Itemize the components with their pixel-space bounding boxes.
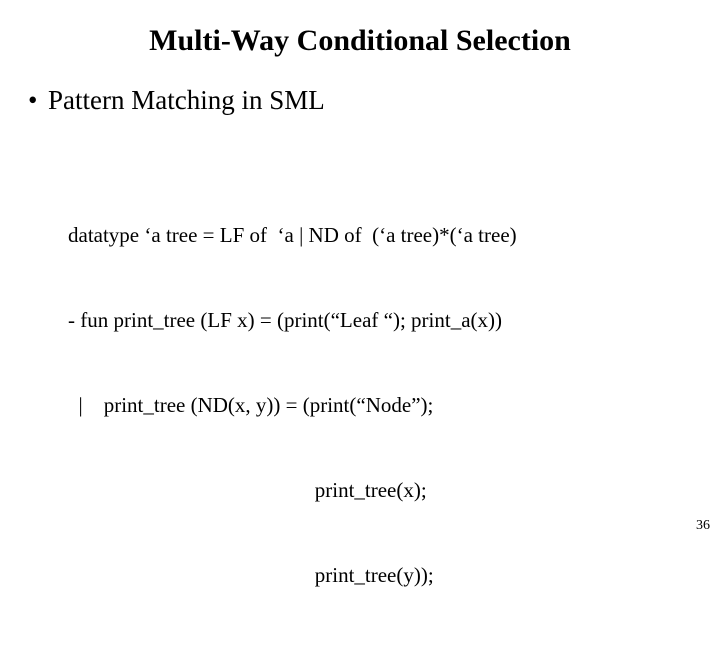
bullet-item: • Pattern Matching in SML — [28, 84, 692, 116]
code-line: print_tree(x); — [68, 476, 692, 504]
code-block: datatype ‘a tree = LF of ‘a | ND of (‘a … — [68, 164, 692, 646]
slide: Multi-Way Conditional Selection • Patter… — [0, 0, 720, 540]
code-line: | print_tree (ND(x, y)) = (print(“Node”)… — [68, 391, 692, 419]
code-line: - fun print_tree (LF x) = (print(“Leaf “… — [68, 306, 692, 334]
slide-title: Multi-Way Conditional Selection — [28, 24, 692, 58]
code-line: datatype ‘a tree = LF of ‘a | ND of (‘a … — [68, 221, 692, 249]
bullet-text: Pattern Matching in SML — [48, 84, 325, 116]
bullet-dot-icon: • — [28, 84, 48, 116]
code-line: print_tree(y)); — [68, 561, 692, 589]
page-number: 36 — [696, 518, 710, 534]
